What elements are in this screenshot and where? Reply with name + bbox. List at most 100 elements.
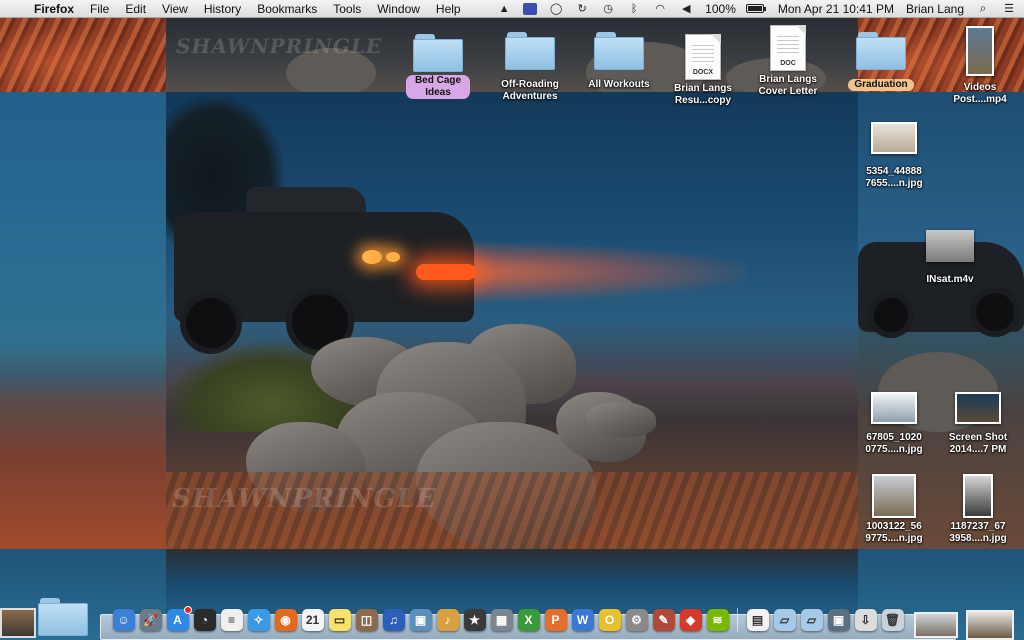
desktop-video-file[interactable]: INsat.m4v [904, 230, 996, 286]
sketchup-icon[interactable]: ◆ [679, 609, 702, 631]
documents-folder-icon[interactable]: ▱ [800, 609, 823, 631]
app-store-icon[interactable]: A [166, 606, 192, 631]
google-drive-icon[interactable]: ▲ [497, 3, 511, 15]
menu-bookmarks[interactable]: Bookmarks [257, 2, 317, 16]
desktop-folder-graduation[interactable]: Graduation [835, 32, 927, 91]
docx-document-icon: DOCX [685, 34, 721, 80]
iphoto-icon[interactable]: ▣ [409, 609, 432, 631]
bluetooth-icon[interactable]: ᛒ [627, 3, 641, 15]
notes-list-icon[interactable]: ≡ [220, 609, 243, 631]
spotify-icon[interactable]: ≋ [706, 609, 729, 631]
notification-center-icon[interactable]: ☰ [1002, 3, 1016, 15]
doc-extension: DOCX [692, 69, 714, 76]
icon-label: Videos Post....mp4 [953, 82, 1007, 105]
document-stack-icon[interactable]: ▤ [746, 609, 769, 631]
desktop-folder-all-workouts[interactable]: All Workouts [573, 32, 665, 91]
image-thumbnail-icon [963, 474, 993, 518]
automator-icon[interactable]: ⚙ [625, 609, 648, 631]
powerpoint-icon[interactable]: P [544, 609, 567, 631]
video-thumbnail-icon [966, 26, 994, 76]
imovie-icon[interactable]: ★ [463, 609, 486, 631]
notification-badge [183, 606, 192, 614]
menu-tools[interactable]: Tools [333, 2, 361, 16]
time-machine-icon[interactable]: ◷ [601, 3, 615, 15]
word-icon[interactable]: W [571, 609, 594, 631]
doc-document-icon: DOC [770, 25, 806, 71]
screen-capture-icon[interactable]: ▦ [490, 609, 513, 631]
folder-icon [594, 32, 644, 70]
desktop-image-file[interactable]: 1003122_56 9775....n.jpg [848, 474, 940, 545]
folder-icon [413, 34, 463, 72]
icon-label: 67805_1020 0775....n.jpg [865, 432, 923, 455]
image-thumbnail-icon [871, 392, 917, 424]
app-indicator-icon[interactable] [523, 2, 538, 15]
desktop-folder-bed-cage-ideas[interactable]: Bed Cage Ideas [392, 34, 484, 99]
spotlight-search-icon[interactable]: ⌕ [976, 1, 990, 15]
desktop-document-cover-letter[interactable]: DOC Brian Langs Cover Letter [742, 25, 834, 98]
desktop-video-file[interactable]: Videos Post....mp4 [934, 26, 1024, 106]
icon-label: INsat.m4v [926, 274, 974, 285]
dock-image-thumbnail[interactable] [914, 612, 958, 638]
clock[interactable]: Mon Apr 21 10:41 PM [778, 2, 894, 16]
calendar-icon[interactable]: 21 [301, 609, 324, 631]
icon-label: 1187237_67 3958....n.jpg [949, 521, 1007, 544]
launchpad-icon[interactable]: 🚀 [139, 609, 162, 631]
menu-app-name[interactable]: Firefox [34, 2, 74, 16]
menu-window[interactable]: Window [377, 2, 420, 16]
desktop-folder-off-roading-adventures[interactable]: Off-Roading Adventures [484, 32, 576, 103]
status-area: ▲ ◯ ↻ ◷ ᛒ ◠ ◀ 100% Mon Apr 21 10:41 PM B… [491, 0, 1024, 18]
folder-icon[interactable] [38, 598, 88, 636]
dock-separator [737, 608, 738, 632]
video-thumbnail-icon [926, 230, 974, 262]
trash-icon[interactable]: 🗑 [881, 609, 904, 631]
desktop-image-file[interactable]: 67805_1020 0775....n.jpg [848, 392, 940, 456]
icon-label: Brian Langs Cover Letter [758, 74, 818, 97]
system-tool-icon[interactable]: ✎ [652, 609, 675, 631]
image-thumbnail-icon [871, 122, 917, 154]
outlook-icon[interactable]: O [598, 609, 621, 631]
wallpaper-photo: SHAWNPRINGLE [166, 92, 858, 549]
dashboard-icon[interactable]: ◔ [193, 609, 216, 631]
safari-icon[interactable]: ✧ [247, 609, 270, 631]
firefox-icon[interactable]: ◉ [274, 609, 297, 631]
battery-percent[interactable]: 100% [705, 2, 736, 16]
icon-label: Graduation [848, 79, 914, 91]
volume-icon[interactable]: ◀ [679, 3, 693, 15]
desktop-image-file[interactable]: 5354_44888 7655....n.jpg [848, 122, 940, 190]
screenshot-stack-icon[interactable]: ▣ [827, 609, 850, 631]
sync-icon[interactable]: ↻ [575, 3, 589, 15]
applications-folder-icon[interactable]: ▱ [773, 609, 796, 631]
wallpaper-tile [0, 92, 166, 549]
icon-label: 5354_44888 7655....n.jpg [865, 166, 923, 189]
wallpaper-tile [0, 18, 166, 92]
menu-help[interactable]: Help [436, 2, 461, 16]
menu-file[interactable]: File [90, 2, 109, 16]
menu-edit[interactable]: Edit [125, 2, 146, 16]
dock-image-thumbnail[interactable] [966, 610, 1014, 640]
icon-label: 1003122_56 9775....n.jpg [865, 521, 923, 544]
garageband-icon[interactable]: ♪ [436, 609, 459, 631]
wifi-icon[interactable]: ◠ [653, 3, 667, 15]
menu-history[interactable]: History [204, 2, 241, 16]
stickies-icon[interactable]: ▭ [328, 609, 351, 631]
icon-label: Bed Cage Ideas [406, 75, 470, 99]
battery-icon[interactable] [745, 4, 766, 13]
image-thumbnail-icon [955, 392, 1001, 424]
downloads-stack-icon[interactable]: ⇩ [854, 609, 877, 631]
folder-icon [856, 32, 906, 70]
finder-icon[interactable]: ☺ [112, 609, 135, 631]
menu-view[interactable]: View [162, 2, 188, 16]
image-thumbnail-icon [872, 474, 916, 518]
wallpaper-watermark: SHAWNPRINGLE [172, 484, 437, 514]
desktop-image-thumbnail[interactable] [0, 608, 36, 638]
itunes-icon[interactable]: ♫ [382, 609, 405, 631]
desktop-image-file[interactable]: 1187237_67 3958....n.jpg [932, 474, 1024, 545]
user-name[interactable]: Brian Lang [906, 2, 964, 16]
desktop-screenshot-file[interactable]: Screen Shot 2014....7 PM [932, 392, 1024, 456]
photo-booth-icon[interactable]: ◫ [355, 609, 378, 631]
folder-icon [505, 32, 555, 70]
desktop-document-resume[interactable]: DOCX Brian Langs Resu...copy [657, 34, 749, 107]
dock: ☺ 🚀 A ◔ ≡ ✧ ◉ 21 ▭ ◫ ♫ ▣ ♪ ★ ▦ X P W O ⚙ ✎ ◆ ≋ ▤ ▱ ▱ ▣ ⇩ 🗑 [110, 604, 906, 636]
chat-bubble-icon[interactable]: ◯ [549, 3, 563, 15]
excel-icon[interactable]: X [517, 609, 540, 631]
